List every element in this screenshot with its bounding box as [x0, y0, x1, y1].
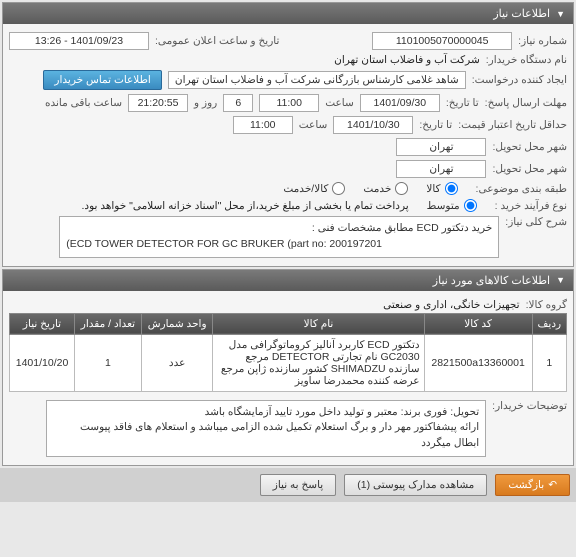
cell-idx: 1: [532, 334, 566, 391]
attach-label: مشاهده مدارک پیوستی (1): [357, 479, 474, 491]
general-line1: خرید دتکتور ECD مطابق مشخصات فنی :: [66, 221, 492, 237]
validity-prefix: تا تاریخ:: [419, 119, 452, 131]
process-label: نوع فرآیند خرید :: [495, 200, 567, 212]
proc-lump-input[interactable]: [464, 199, 477, 212]
cat-service-label: خدمت: [363, 183, 391, 195]
validity-label: حداقل تاریخ اعتبار قیمت:: [458, 119, 567, 131]
col-name: نام کالا: [213, 313, 424, 334]
group-label: گروه کالا:: [526, 299, 567, 311]
back-icon: ↶: [548, 479, 557, 491]
col-row: ردیف: [532, 313, 566, 334]
creator-label: ایجاد کننده درخواست:: [472, 74, 567, 86]
cell-qty: 1: [75, 334, 142, 391]
back-button[interactable]: ↶ بازگشت: [495, 474, 570, 496]
hours-left: 21:20:55: [128, 94, 188, 112]
proc-lump-radio[interactable]: متوسط: [427, 199, 477, 212]
cell-code: 2821500a13360001: [424, 334, 532, 391]
cell-name: دتکتور ECD کاربرد آنالیز کروماتوگرافی مد…: [213, 334, 424, 391]
cat-goods-label: کالا: [426, 183, 440, 195]
col-unit: واحد شمارش: [141, 313, 213, 334]
goods-info-header[interactable]: ▼ اطلاعات کالاهای مورد نیاز: [3, 270, 573, 291]
delivery-city-label: شهر محل تحویل:: [492, 163, 567, 175]
creator-value: شاهد غلامی کارشناس بازرگانی شرکت آب و فا…: [168, 71, 466, 89]
buyer-notes: تحویل: فوری برند: معتبر و تولید داخل مور…: [46, 400, 486, 457]
col-qty: تعداد / مقدار: [75, 313, 142, 334]
need-city-label: شهر محل تحویل:: [492, 141, 567, 153]
validity-date: 1401/10/30: [333, 116, 413, 134]
buyer-label: نام دستگاه خریدار:: [486, 54, 567, 66]
collapse-icon-2: ▼: [556, 275, 565, 285]
deadline-prefix: تا تاریخ:: [446, 97, 479, 109]
and-word: روز و: [194, 97, 217, 109]
cat-goods-input[interactable]: [445, 182, 458, 195]
general-label: شرح کلی نیاز:: [505, 216, 567, 228]
reply-label: پاسخ به نیاز: [273, 479, 323, 491]
contact-buyer-button[interactable]: اطلاعات تماس خریدار: [43, 70, 161, 90]
proc-lump-label: متوسط: [427, 200, 460, 212]
panel1-title: اطلاعات نیاز: [493, 7, 550, 20]
table-header-row: ردیف کد کالا نام کالا واحد شمارش تعداد /…: [10, 313, 567, 334]
cat-goods-radio[interactable]: کالا: [426, 182, 457, 195]
cat-service-input[interactable]: [395, 182, 408, 195]
group-value: تجهیزات خانگی، اداری و صنعتی: [383, 299, 519, 311]
deadline-label: مهلت ارسال پاسخ:: [485, 97, 567, 109]
goods-info-panel: ▼ اطلاعات کالاهای مورد نیاز گروه کالا: ت…: [2, 269, 574, 466]
time-label-2: ساعت: [299, 119, 328, 131]
need-no-label: شماره نیاز:: [518, 35, 567, 47]
cell-date: 1401/10/20: [10, 334, 75, 391]
cat-both-label: کالا/خدمت: [283, 183, 328, 195]
col-date: تاریخ نیاز: [10, 313, 75, 334]
validity-time: 11:00: [233, 116, 293, 134]
buyer-value: شرکت آب و فاضلاب استان تهران: [334, 54, 480, 66]
cat-service-radio[interactable]: خدمت: [363, 182, 408, 195]
need-info-header[interactable]: ▼ اطلاعات نیاز: [3, 3, 573, 24]
announce-value: 1401/09/23 - 13:26: [9, 32, 149, 50]
goods-table: ردیف کد کالا نام کالا واحد شمارش تعداد /…: [9, 313, 567, 392]
need-no-value: 1101005070000045: [372, 32, 512, 50]
col-code: کد کالا: [424, 313, 532, 334]
collapse-icon: ▼: [556, 9, 565, 19]
deadline-time: 11:00: [259, 94, 319, 112]
cat-both-input[interactable]: [332, 182, 345, 195]
general-line2: (ECD TOWER DETECTOR FOR GC BRUKER (part …: [66, 237, 492, 253]
category-label: طبقه بندی موضوعی:: [476, 183, 567, 195]
panel2-title: اطلاعات کالاهای مورد نیاز: [433, 274, 550, 287]
table-row: 1 2821500a13360001 دتکتور ECD کاربرد آنا…: [10, 334, 567, 391]
remaining-label: ساعت باقی مانده: [45, 97, 122, 109]
cat-both-radio[interactable]: کالا/خدمت: [283, 182, 345, 195]
reply-button[interactable]: پاسخ به نیاز: [260, 474, 336, 496]
notes-label: توضیحات خریدار:: [492, 400, 567, 412]
cell-unit: عدد: [141, 334, 213, 391]
back-label: بازگشت: [508, 479, 544, 491]
time-label-1: ساعت: [325, 97, 354, 109]
announce-label: تاریخ و ساعت اعلان عمومی:: [155, 35, 279, 47]
need-city-value: تهران: [396, 138, 486, 156]
delivery-city-value: تهران: [396, 160, 486, 178]
need-info-panel: ▼ اطلاعات نیاز شماره نیاز: 1101005070000…: [2, 2, 574, 267]
deadline-date: 1401/09/30: [360, 94, 440, 112]
footer-bar: ↶ بازگشت مشاهده مدارک پیوستی (1) پاسخ به…: [0, 468, 576, 502]
general-desc-box: خرید دتکتور ECD مطابق مشخصات فنی : (ECD …: [59, 216, 499, 258]
attachments-button[interactable]: مشاهده مدارک پیوستی (1): [344, 474, 487, 496]
days-left: 6: [223, 94, 253, 112]
proc-note: پرداخت تمام یا بخشی از مبلغ خرید،از محل …: [81, 200, 408, 212]
